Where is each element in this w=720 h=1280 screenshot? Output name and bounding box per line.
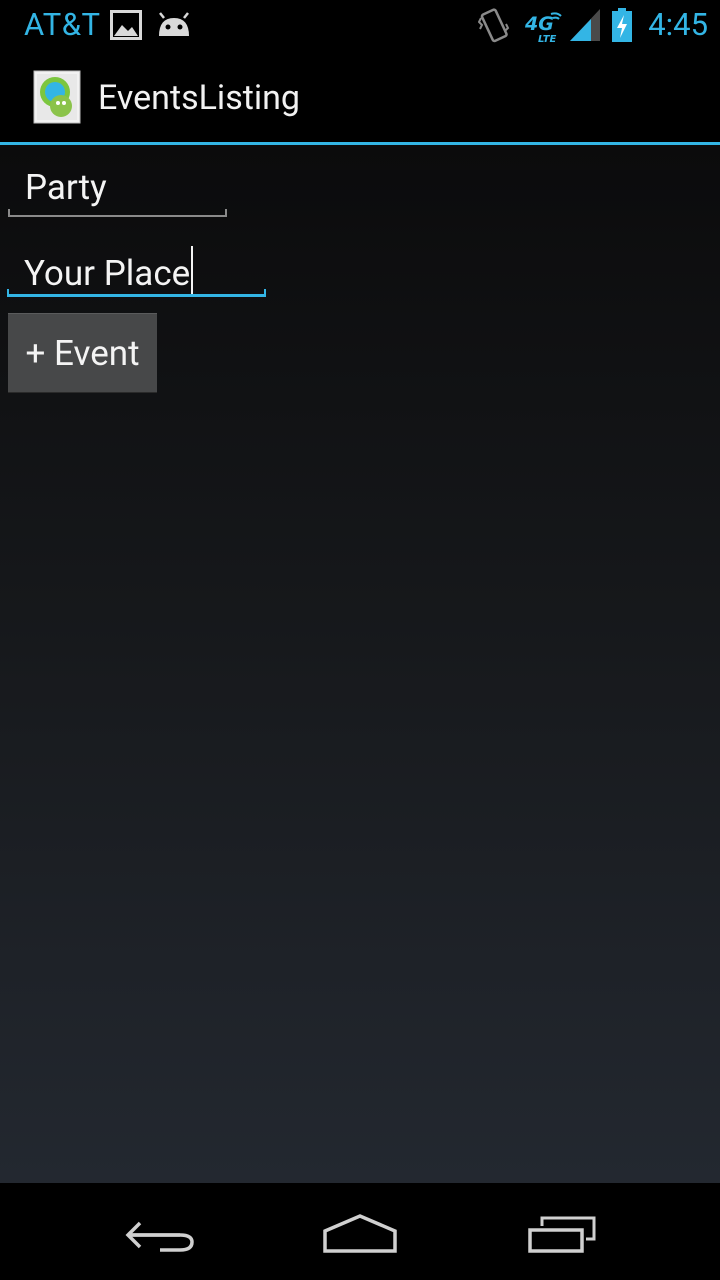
text-cursor — [191, 246, 194, 294]
status-clock: 4:45 — [648, 6, 708, 43]
carrier-label: AT&T — [24, 6, 101, 43]
content-area: Party Your Place + Event — [0, 145, 720, 1183]
signal-icon — [569, 8, 601, 46]
field-underline-right — [264, 289, 266, 297]
image-notification-icon — [110, 10, 142, 44]
add-event-button-label: + Event — [25, 332, 140, 374]
event-place-field[interactable]: Your Place — [7, 241, 266, 297]
field-underline-focused — [7, 294, 266, 297]
field-underline — [8, 215, 227, 217]
vibrate-icon — [477, 8, 510, 48]
action-bar: EventsListing — [0, 50, 720, 142]
back-icon[interactable] — [124, 1215, 196, 1259]
android-debug-icon — [155, 12, 193, 42]
screen: AT&T 4G LTE 4:45 EventsListing Party You… — [0, 0, 720, 1280]
navigation-bar — [0, 1183, 720, 1280]
svg-text:4G: 4G — [525, 13, 554, 35]
event-title-value: Party — [25, 167, 107, 208]
battery-charging-icon — [612, 8, 632, 46]
add-event-button[interactable]: + Event — [8, 313, 157, 392]
event-place-text: Your Place — [24, 246, 194, 294]
recent-apps-icon[interactable] — [526, 1213, 598, 1259]
event-title-field[interactable]: Party — [8, 165, 227, 217]
app-launcher-icon[interactable] — [33, 70, 81, 124]
svg-text:LTE: LTE — [538, 34, 557, 44]
field-underline-right — [225, 209, 227, 217]
event-place-value: Your Place — [24, 253, 191, 294]
status-bar: AT&T 4G LTE 4:45 — [0, 0, 720, 50]
app-title: EventsListing — [98, 78, 301, 118]
4g-lte-icon: 4G LTE — [524, 8, 565, 48]
home-icon[interactable] — [322, 1213, 398, 1259]
